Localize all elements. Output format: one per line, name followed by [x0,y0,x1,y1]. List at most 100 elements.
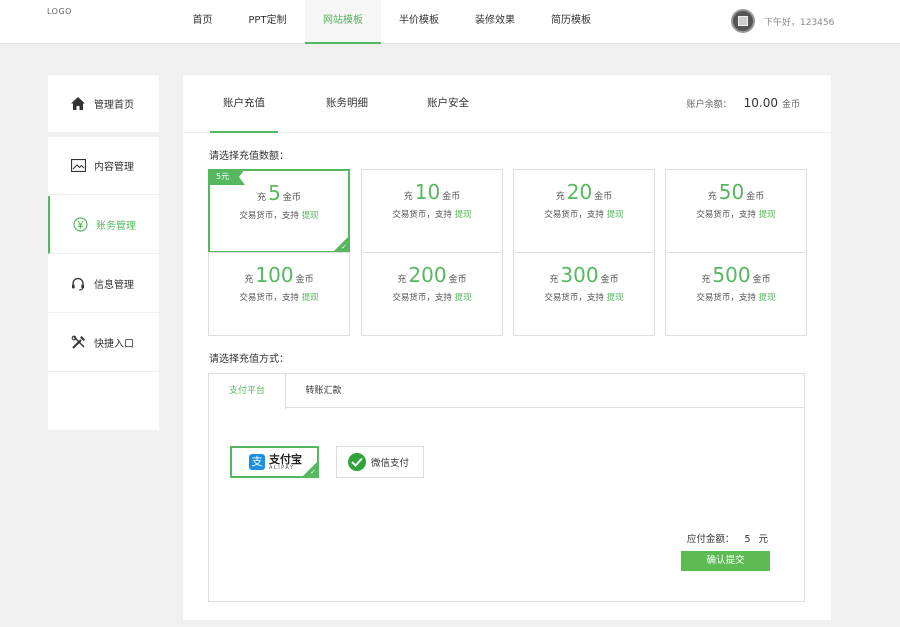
sidebar: 管理首页 内容管理 账务管理 信息管理 快捷入口 [48,75,159,430]
tab-payment-platform[interactable]: 支付平台 [209,374,286,409]
image-icon [70,158,86,174]
sidebar-item-content[interactable]: 内容管理 [48,137,159,195]
sidebar-item-label: 账务管理 [96,221,136,232]
card-unit: 金币 [295,275,314,285]
card-value: 20 [566,180,593,204]
balance-label: 账户余额： [686,100,732,110]
wechat-check-icon [348,453,366,471]
method-prompt: 请选择充值方式： [209,354,289,365]
card-value: 10 [414,180,441,204]
card-desc: 交易货币，支持 [544,210,604,220]
withdraw-link[interactable]: 提现 [759,293,776,303]
yen-icon [72,217,88,233]
card-unit: 金币 [282,193,301,203]
tab-bank-transfer[interactable]: 转账汇款 [286,374,361,408]
balance-value: 10.00 [743,96,778,110]
account-balance: 账户余额： 10.00 金币 [687,96,800,110]
nav-item-web-templates[interactable]: 网站模板 [305,0,381,44]
tab-recharge[interactable]: 账户充值 [210,75,278,133]
card-desc: 交易货币，支持 [696,293,756,303]
tools-icon [70,335,86,351]
alipay-en: ALIPAY [269,464,295,471]
card-prefix: 充 [701,275,711,285]
tab-statement[interactable]: 账务明细 [313,75,381,133]
amount-prompt: 请选择充值数额： [209,151,289,162]
nav-item-ppt[interactable]: PPT定制 [230,0,305,44]
nav-item-home[interactable]: 首页 [175,0,230,44]
amount-card-5[interactable]: 5元 充 5 金币 交易货币，支持 提现 ✓ [208,169,350,253]
sidebar-item-shortcuts[interactable]: 快捷入口 [48,314,159,372]
card-unit: 金币 [594,192,613,202]
card-prefix: 充 [555,192,565,202]
card-prefix: 充 [707,192,717,202]
card-desc: 交易货币，支持 [392,293,452,303]
card-value: 500 [712,263,751,287]
greeting: 下午好，123456 [764,17,835,28]
card-unit: 金币 [600,275,619,285]
avatar[interactable] [731,9,755,33]
user-area: 下午好，123456 [731,9,834,33]
tab-security[interactable]: 账户安全 [414,75,482,133]
card-desc: 交易货币，支持 [239,293,299,303]
amount-card-10[interactable]: 充 10 金币 交易货币，支持 提现 [361,169,503,253]
card-value: 200 [408,263,447,287]
amount-due: 应付金额： 5 元 [687,531,768,545]
withdraw-link[interactable]: 提现 [607,293,624,303]
card-unit: 金币 [752,275,771,285]
amount-card-50[interactable]: 充 50 金币 交易货币，支持 提现 [665,169,807,253]
balance-unit: 金币 [781,100,800,110]
nav-item-decoration[interactable]: 装修效果 [457,0,533,44]
sidebar-item-messages[interactable]: 信息管理 [48,255,159,313]
withdraw-link[interactable]: 提现 [302,293,319,303]
sidebar-item-accounts[interactable]: 账务管理 [48,196,159,254]
sidebar-item-label: 内容管理 [94,162,134,173]
card-unit: 金币 [448,275,467,285]
amount-card-100[interactable]: 充 100 金币 交易货币，支持 提现 [208,252,350,336]
due-value: 5 [744,534,751,545]
card-value: 100 [255,263,294,287]
sidebar-item-label: 快捷入口 [94,339,134,350]
check-icon: ✓ [310,468,316,476]
card-prefix: 充 [257,193,267,203]
withdraw-link[interactable]: 提现 [455,293,472,303]
card-desc: 交易货币，支持 [544,293,604,303]
wechat-pay-option[interactable]: 微信支付 [336,446,424,478]
withdraw-link[interactable]: 提现 [607,210,624,220]
headset-icon [70,276,86,292]
nav-item-half-price[interactable]: 半价模板 [381,0,457,44]
due-unit: 元 [758,534,768,545]
withdraw-link[interactable]: 提现 [302,211,319,221]
card-value: 300 [560,263,599,287]
home-icon [70,96,86,112]
nav-item-resume[interactable]: 简历模板 [533,0,609,44]
card-prefix: 充 [403,192,413,202]
amount-card-200[interactable]: 充 200 金币 交易货币，支持 提现 [361,252,503,336]
confirm-submit-button[interactable]: 确认提交 [681,551,770,571]
alipay-icon: 支 [249,454,265,470]
top-header: LOGO 首页 PPT定制 网站模板 半价模板 装修效果 简历模板 下午好，12… [0,0,900,44]
amount-card-300[interactable]: 充 300 金币 交易货币，支持 提现 [513,252,655,336]
due-label: 应付金额： [686,534,735,545]
withdraw-link[interactable]: 提现 [759,210,776,220]
amount-card-20[interactable]: 充 20 金币 交易货币，支持 提现 [513,169,655,253]
main-nav: 首页 PPT定制 网站模板 半价模板 装修效果 简历模板 [175,0,609,44]
logo[interactable]: LOGO [47,7,72,16]
card-unit: 金币 [746,192,765,202]
amount-card-500[interactable]: 充 500 金币 交易货币，支持 提现 [665,252,807,336]
withdraw-link[interactable]: 提现 [455,210,472,220]
payment-tabs: 支付平台 转账汇款 [209,374,804,409]
sidebar-item-home[interactable]: 管理首页 [48,75,159,133]
main-panel: 账户充值 账务明细 账户安全 账户余额： 10.00 金币 请选择充值数额： 5… [183,75,831,620]
card-prefix: 充 [244,275,254,285]
card-desc: 交易货币，支持 [392,210,452,220]
card-desc: 交易货币，支持 [239,211,299,221]
alipay-option[interactable]: 支 支付宝 ALIPAY ✓ [230,446,319,478]
card-value: 50 [718,180,745,204]
card-value: 5 [268,181,281,205]
sidebar-item-label: 信息管理 [94,280,134,291]
check-icon: ✓ [341,243,347,251]
payment-box: 支付平台 转账汇款 支 支付宝 ALIPAY ✓ 微信支付 应付金额： 5 元 … [208,373,805,602]
card-prefix: 充 [397,275,407,285]
alipay-name: 支付宝 [269,452,302,466]
wechat-pay-label: 微信支付 [371,458,410,469]
